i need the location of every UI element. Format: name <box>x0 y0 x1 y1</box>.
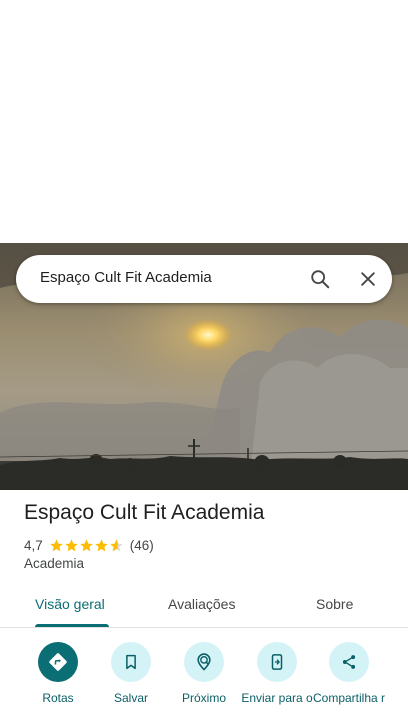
directions-icon <box>38 642 78 682</box>
nearby-button[interactable]: Próximo <box>164 642 244 705</box>
send-to-phone-label: Enviar para o <box>241 691 313 705</box>
save-button[interactable]: Salvar <box>91 642 171 705</box>
tab-about[interactable]: Sobre <box>316 596 353 612</box>
tab-reviews[interactable]: Avaliações <box>168 596 235 612</box>
directions-label: Rotas <box>42 691 74 705</box>
place-title: Espaço Cult Fit Academia <box>24 501 265 524</box>
send-to-phone-icon <box>257 642 297 682</box>
share-icon <box>329 642 369 682</box>
rating-value: 4,7 <box>24 537 43 553</box>
send-to-phone-button[interactable]: Enviar para o <box>237 642 317 705</box>
star-icon <box>50 538 63 551</box>
share-label: Compartilha r <box>312 691 386 705</box>
rating-row[interactable]: 4,7 (46) <box>24 536 154 554</box>
tab-bar: Visão geral Avaliações Sobre <box>0 582 408 628</box>
bookmark-icon <box>111 642 151 682</box>
tab-overview[interactable]: Visão geral <box>35 596 105 612</box>
directions-button[interactable]: Rotas <box>18 642 98 705</box>
review-count: (46) <box>129 537 154 553</box>
search-input[interactable]: Espaço Cult Fit Academia <box>40 269 212 286</box>
star-icon <box>95 538 108 551</box>
blank-area <box>0 0 408 243</box>
active-tab-indicator <box>35 624 109 627</box>
action-buttons: Rotas Salvar Próximo Enviar para o Compa… <box>0 628 408 726</box>
place-category: Academia <box>24 556 85 571</box>
nearby-icon <box>184 642 224 682</box>
close-icon[interactable] <box>354 265 382 293</box>
save-label: Salvar <box>113 691 148 705</box>
search-icon[interactable] <box>306 265 334 293</box>
star-rating <box>49 538 124 553</box>
search-bar[interactable]: Espaço Cult Fit Academia <box>16 255 392 303</box>
nearby-label: Próximo <box>181 691 226 705</box>
share-button[interactable]: Compartilha r <box>309 642 389 705</box>
star-icon <box>80 538 93 551</box>
half-star-icon <box>110 538 123 551</box>
star-icon <box>65 538 78 551</box>
